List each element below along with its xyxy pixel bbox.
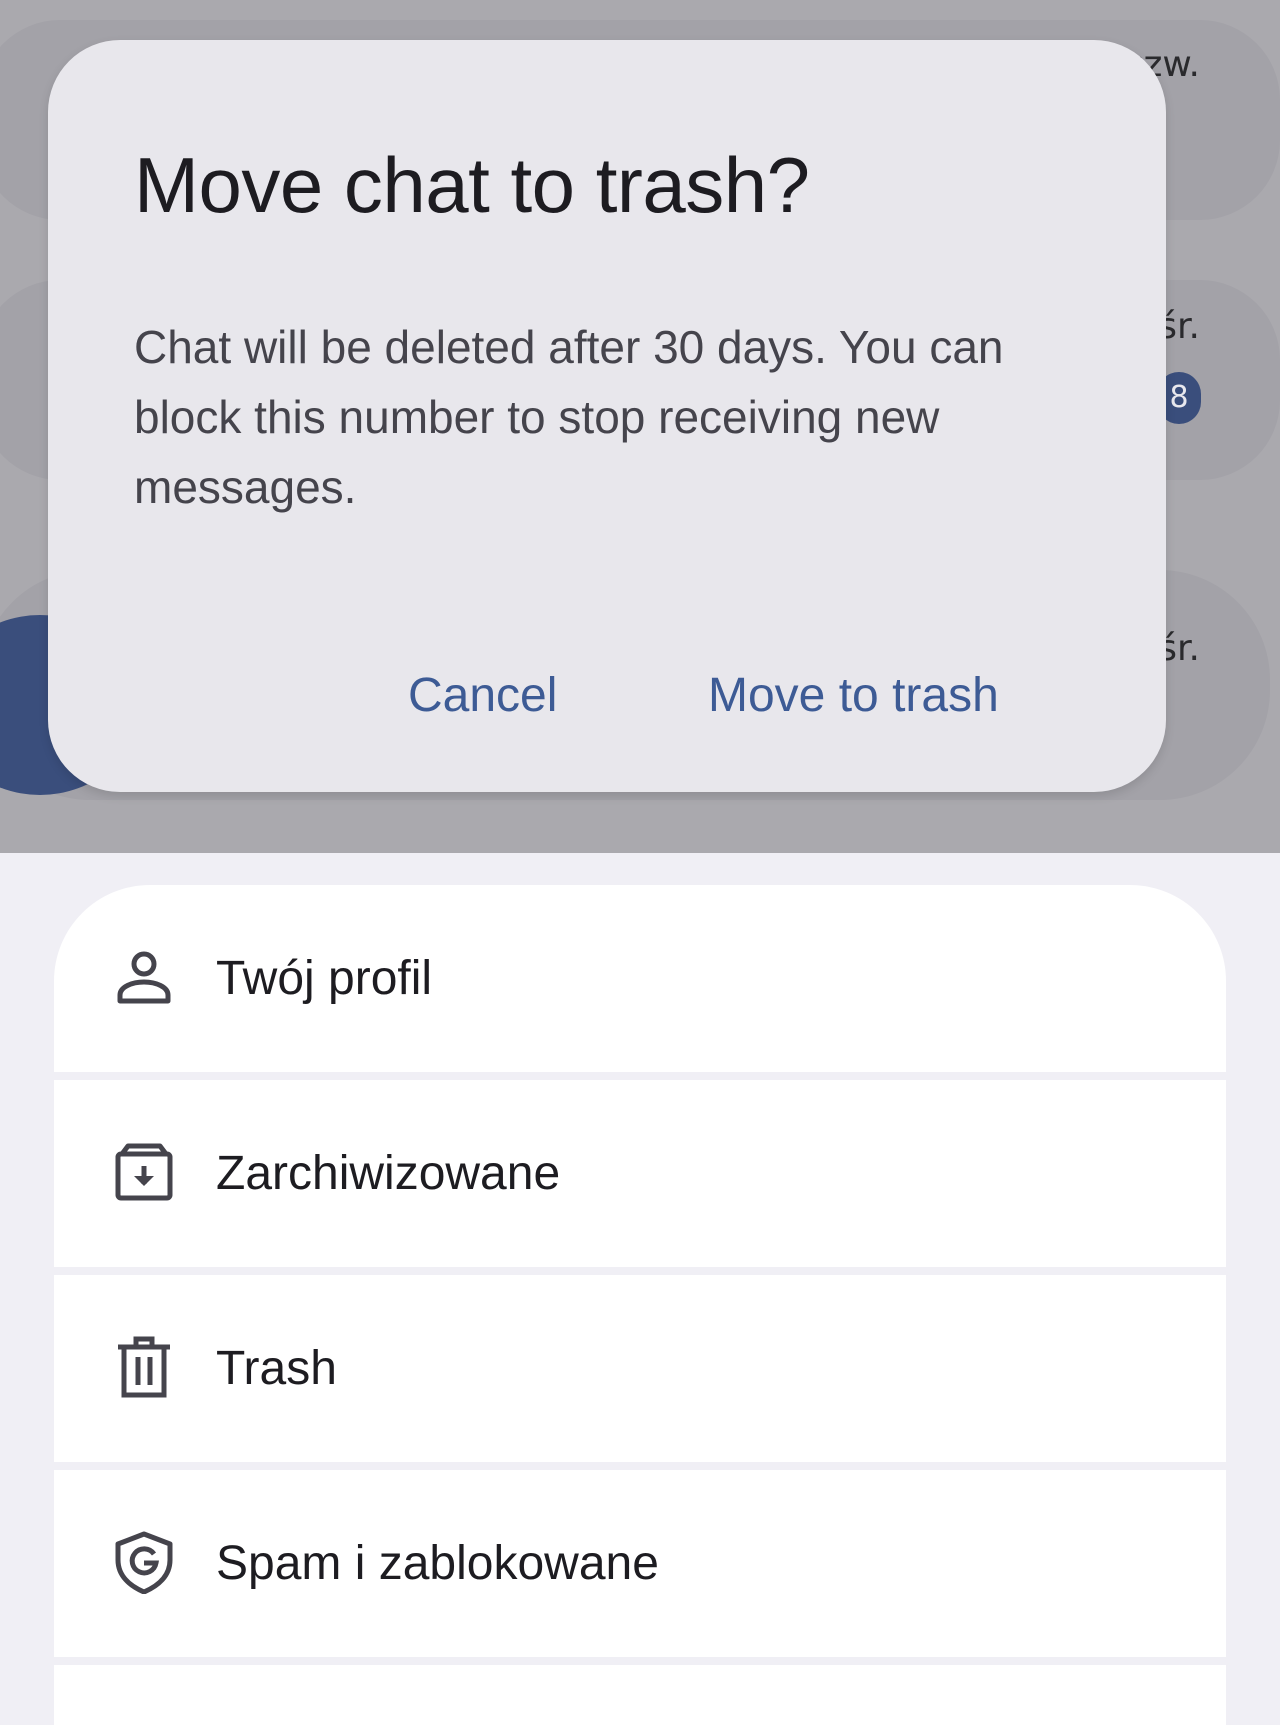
cancel-button[interactable]: Cancel — [408, 656, 557, 736]
dialog-title: Move chat to trash? — [134, 141, 810, 229]
menu-item-label: Spam i zablokowane — [216, 1537, 659, 1590]
person-icon — [112, 945, 176, 1009]
menu-item-profile[interactable]: Twój profil — [54, 885, 1226, 1072]
shield-g-icon — [112, 1530, 176, 1594]
confirm-dialog: Move chat to trash? Chat will be deleted… — [48, 40, 1166, 792]
menu-item-label: Trash — [216, 1342, 337, 1395]
menu-item-trash[interactable]: Trash — [54, 1275, 1226, 1462]
menu-item-partial[interactable] — [54, 1665, 1226, 1725]
menu-item-label: Twój profil — [216, 952, 433, 1005]
trash-icon — [112, 1335, 176, 1399]
menu-item-archived[interactable]: Zarchiwizowane — [54, 1080, 1226, 1267]
menu-item-spam-blocked[interactable]: Spam i zablokowane — [54, 1470, 1226, 1657]
menu-list: Twój profil Zarchiwizowane Trash Spam i … — [54, 885, 1226, 1725]
move-to-trash-button[interactable]: Move to trash — [708, 656, 999, 736]
menu-item-label: Zarchiwizowane — [216, 1147, 561, 1200]
dialog-message: Chat will be deleted after 30 days. You … — [134, 321, 1004, 513]
archive-icon — [112, 1140, 176, 1204]
